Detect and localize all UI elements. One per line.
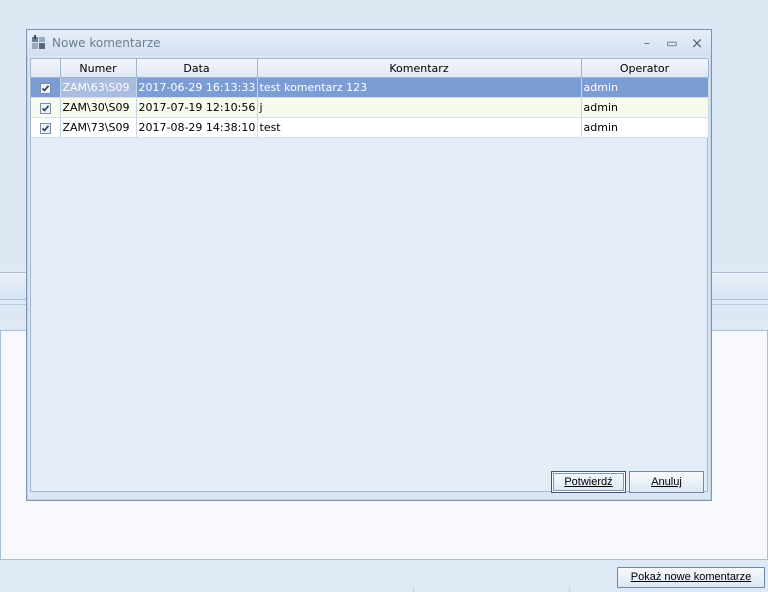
- column-header-numer[interactable]: Numer: [60, 59, 137, 78]
- cell-operator: admin: [581, 117, 709, 138]
- cancel-button[interactable]: Anuluj: [629, 471, 704, 493]
- cell-komentarz: test: [257, 117, 582, 138]
- maximize-icon[interactable]: ▭: [662, 34, 682, 52]
- comments-table: Numer Data Komentarz Operator ZAM\63\S09…: [31, 59, 709, 138]
- cell-numer: ZAM\73\S09: [60, 117, 137, 138]
- cell-operator: admin: [581, 77, 709, 98]
- cell-data: 2017-06-29 16:13:33: [136, 77, 258, 98]
- checkbox-checked-icon[interactable]: [39, 102, 51, 114]
- dialog-title: Nowe komentarze: [52, 36, 161, 50]
- cell-komentarz: test komentarz 123: [257, 77, 582, 98]
- column-header-komentarz[interactable]: Komentarz: [257, 59, 582, 78]
- comments-grid: Numer Data Komentarz Operator ZAM\63\S09…: [30, 58, 709, 492]
- confirm-button[interactable]: Potwierdź: [551, 471, 626, 493]
- table-row[interactable]: ZAM\63\S09 2017-06-29 16:13:33 test kome…: [31, 77, 709, 98]
- status-divider: [413, 588, 414, 592]
- row-checkbox-cell[interactable]: [31, 77, 61, 98]
- row-checkbox-cell[interactable]: [31, 117, 61, 138]
- dialog-titlebar[interactable]: Nowe komentarze – ▭ ×: [27, 30, 711, 56]
- show-new-comments-button[interactable]: Pokaż nowe komentarze: [617, 567, 765, 588]
- minimize-icon[interactable]: –: [637, 34, 657, 52]
- checkbox-checked-icon[interactable]: [39, 122, 51, 134]
- app-grid-icon: [31, 35, 47, 51]
- cell-komentarz: j: [257, 97, 582, 118]
- row-checkbox-cell[interactable]: [31, 97, 61, 118]
- column-header-check[interactable]: [31, 59, 61, 78]
- table-row[interactable]: ZAM\73\S09 2017-08-29 14:38:10 test admi…: [31, 117, 709, 138]
- table-header-row: Numer Data Komentarz Operator: [31, 59, 709, 78]
- cell-operator: admin: [581, 97, 709, 118]
- column-header-data[interactable]: Data: [136, 59, 258, 78]
- cell-data: 2017-08-29 14:38:10: [136, 117, 258, 138]
- cell-numer: ZAM\63\S09: [60, 77, 137, 98]
- status-divider: [569, 588, 570, 592]
- cell-numer: ZAM\30\S09: [60, 97, 137, 118]
- column-header-operator[interactable]: Operator: [581, 59, 709, 78]
- checkbox-checked-icon[interactable]: [39, 82, 51, 94]
- cell-data: 2017-07-19 12:10:56: [136, 97, 258, 118]
- new-comments-dialog: Nowe komentarze – ▭ × Numer Data Komenta…: [26, 29, 712, 501]
- table-row[interactable]: ZAM\30\S09 2017-07-19 12:10:56 j admin: [31, 97, 709, 118]
- close-icon[interactable]: ×: [687, 34, 707, 52]
